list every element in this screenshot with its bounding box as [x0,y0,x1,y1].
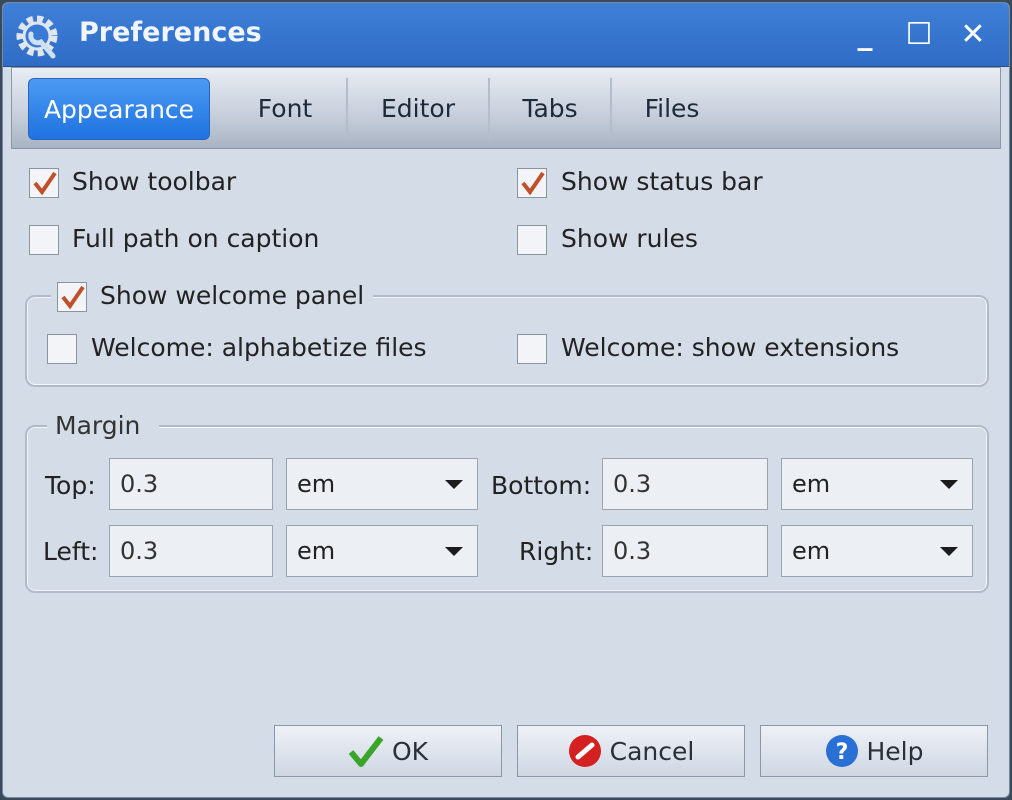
tab-bar: Appearance Font Editor Tabs Files [11,67,1001,149]
green-check-icon [348,736,384,767]
show-rules-checkbox[interactable] [517,225,547,255]
top-margin-input[interactable]: 0.3 [109,458,273,510]
tab-font[interactable]: Font [224,78,348,140]
help-label: Help [866,736,924,766]
checkmark-icon [521,171,545,196]
left-label: Left: [43,537,99,566]
svg-text:?: ? [835,740,848,765]
bottom-unit-value: em [792,470,831,498]
left-unit-value: em [297,537,336,565]
close-button[interactable]: ✕ [955,17,991,53]
cancel-button[interactable]: Cancel [517,725,745,777]
show-welcome-panel-checkbox[interactable] [57,282,87,312]
top-label: Top: [45,471,96,500]
bottom-label: Bottom: [491,471,592,500]
dropdown-arrow-icon [940,480,958,489]
tab-appearance[interactable]: Appearance [28,78,210,140]
bottom-margin-input[interactable]: 0.3 [602,458,768,510]
ok-button[interactable]: OK [274,725,502,777]
help-button[interactable]: ? Help [760,725,988,777]
title-bar: Preferences _ ☐ ✕ [3,3,1009,67]
tab-tabs[interactable]: Tabs [490,78,612,140]
minimize-button[interactable]: _ [847,17,883,53]
tab-files[interactable]: Files [612,78,732,140]
tab-editor[interactable]: Editor [348,78,490,140]
top-unit-value: em [297,470,336,498]
right-unit-select[interactable]: em [781,525,973,577]
window-title: Preferences [79,17,262,48]
checkmark-icon [61,285,85,310]
full-path-checkbox[interactable] [29,225,59,255]
alphabetize-checkbox[interactable] [47,334,77,364]
bottom-unit-select[interactable]: em [781,458,973,510]
dropdown-arrow-icon [940,547,958,556]
dropdown-arrow-icon [445,480,463,489]
margin-title: Margin [55,411,141,440]
alphabetize-label: Welcome: alphabetize files [91,333,427,362]
show-extensions-label: Welcome: show extensions [561,333,900,362]
right-margin-input[interactable]: 0.3 [602,525,768,577]
top-unit-select[interactable]: em [286,458,478,510]
preferences-window: Preferences _ ☐ ✕ Appearance Font Editor… [2,2,1010,798]
show-toolbar-checkbox[interactable] [29,168,59,198]
show-status-bar-label: Show status bar [561,167,763,196]
show-extensions-checkbox[interactable] [517,334,547,364]
left-unit-select[interactable]: em [286,525,478,577]
left-margin-input[interactable]: 0.3 [109,525,273,577]
right-label: Right: [519,537,594,566]
help-icon: ? [825,735,858,767]
ok-label: OK [391,736,429,766]
show-toolbar-label: Show toolbar [72,167,237,196]
right-unit-value: em [792,537,831,565]
dropdown-arrow-icon [445,547,463,556]
cancel-icon [568,735,601,767]
show-status-bar-checkbox[interactable] [517,168,547,198]
show-rules-label: Show rules [561,224,698,253]
cancel-label: Cancel [609,736,695,766]
checkmark-icon [33,171,57,196]
full-path-label: Full path on caption [72,224,320,253]
gear-wrench-icon [16,15,58,59]
show-welcome-panel-label: Show welcome panel [100,281,365,310]
maximize-button[interactable]: ☐ [901,17,937,53]
